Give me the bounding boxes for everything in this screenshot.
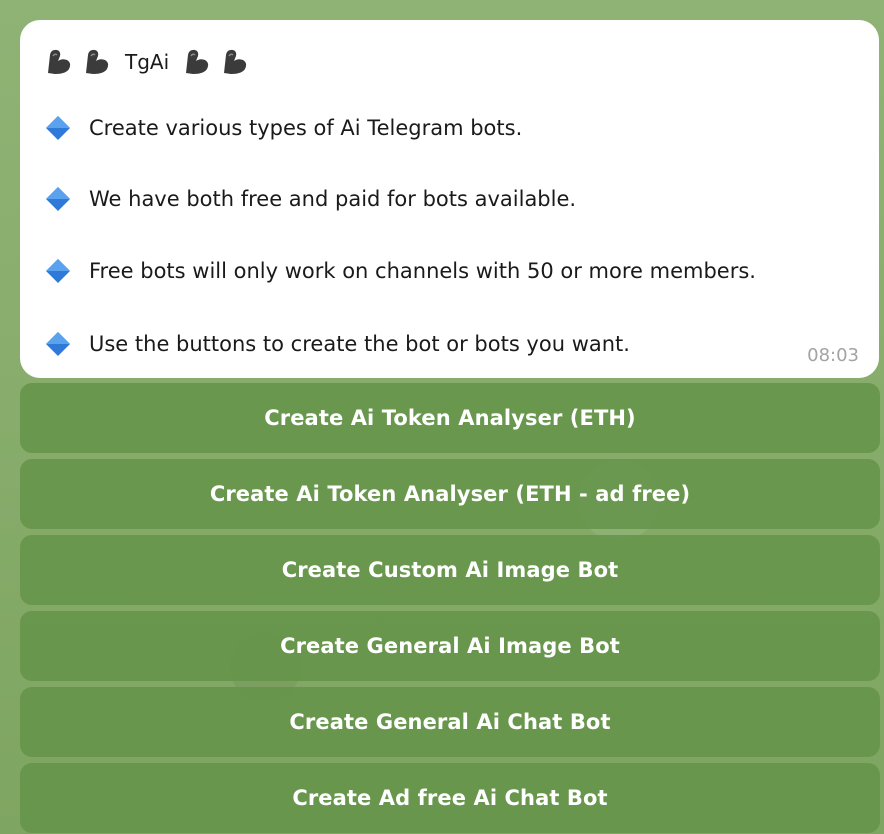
message-timestamp: 08:03: [807, 345, 859, 366]
flexed-biceps-icon: [224, 49, 247, 74]
create-general-chat-bot-button[interactable]: Create General Ai Chat Bot: [20, 687, 880, 757]
create-eth-token-analyser-ad-free-button[interactable]: Create Ai Token Analyser (ETH - ad free): [20, 459, 880, 529]
message-line-text: Free bots will only work on channels wit…: [89, 259, 756, 283]
flexed-biceps-icon: [186, 49, 209, 74]
message-title-row: TgAi: [45, 42, 857, 82]
message-line: We have both free and paid for bots avai…: [45, 186, 576, 212]
message-line-text: We have both free and paid for bots avai…: [89, 187, 577, 211]
blue-diamond-icon: [46, 259, 70, 283]
message-bubble: TgAi Create various types of Ai Telegram…: [20, 20, 879, 378]
create-general-image-bot-button[interactable]: Create General Ai Image Bot: [20, 611, 880, 681]
flexed-biceps-icon: [48, 49, 71, 74]
flexed-biceps-icon: [86, 49, 109, 74]
create-eth-token-analyser-button[interactable]: Create Ai Token Analyser (ETH): [20, 383, 880, 453]
blue-diamond-icon: [46, 116, 70, 140]
message-line: Free bots will only work on channels wit…: [45, 258, 756, 284]
blue-diamond-icon: [46, 332, 70, 356]
message-line: Create various types of Ai Telegram bots…: [45, 115, 522, 141]
bot-title: TgAi: [125, 50, 170, 74]
blue-diamond-icon: [46, 187, 70, 211]
message-line-text: Create various types of Ai Telegram bots…: [89, 116, 523, 140]
create-ad-free-chat-bot-button[interactable]: Create Ad free Ai Chat Bot: [20, 763, 880, 833]
message-line-text: Use the buttons to create the bot or bot…: [89, 332, 630, 356]
create-custom-image-bot-button[interactable]: Create Custom Ai Image Bot: [20, 535, 880, 605]
message-line: Use the buttons to create the bot or bot…: [45, 331, 630, 357]
